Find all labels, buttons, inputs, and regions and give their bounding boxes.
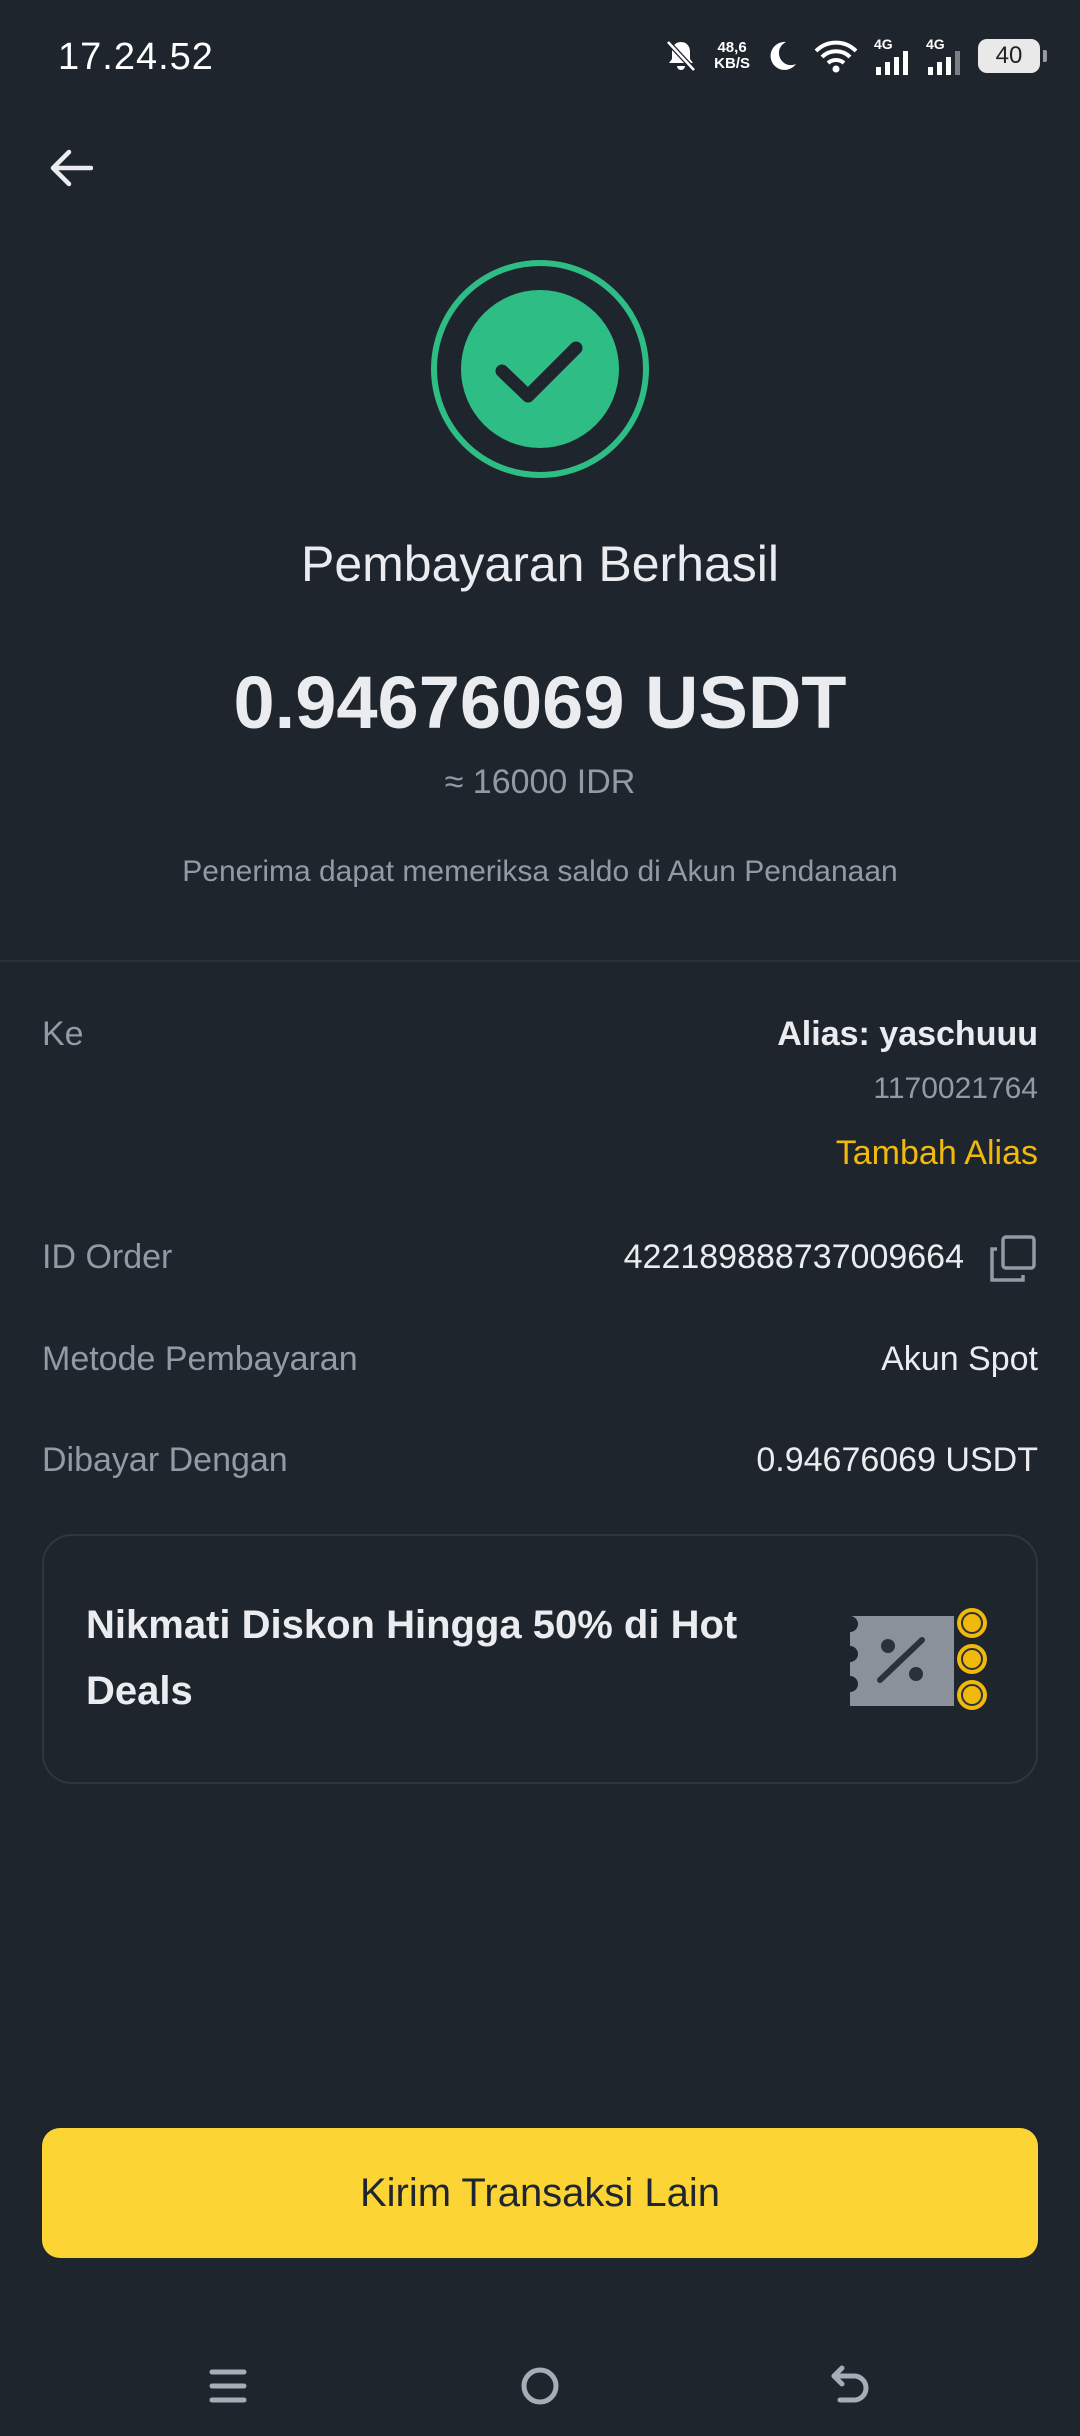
approx-fiat-value: ≈ 16000 IDR xyxy=(444,763,636,801)
status-time: 17.24.52 xyxy=(58,36,214,78)
recipient-label: Ke xyxy=(42,1015,84,1053)
recipient-account-number: 1170021764 xyxy=(873,1072,1038,1105)
sim1-network-label: 4G xyxy=(874,36,893,52)
order-id-value: 422189888737009664 xyxy=(623,1238,964,1276)
signal-bars-icon xyxy=(928,51,960,75)
copy-icon[interactable] xyxy=(988,1234,1038,1284)
check-circle-icon xyxy=(431,260,649,478)
back-nav-icon[interactable] xyxy=(822,2356,882,2416)
order-id-label: ID Order xyxy=(42,1238,173,1276)
send-another-transaction-button[interactable]: Kirim Transaksi Lain xyxy=(42,2128,1038,2258)
payment-method-value: Akun Spot xyxy=(881,1340,1038,1378)
status-icons: 48,6 KB/S 4G 4G 40 xyxy=(664,34,1047,78)
promo-text: Nikmati Diskon Hingga 50% di Hot Deals xyxy=(86,1603,738,1713)
battery-indicator: 40 xyxy=(978,39,1047,73)
discount-coupon-icon xyxy=(850,1608,987,1710)
home-icon[interactable] xyxy=(510,2356,570,2416)
promo-banner[interactable]: Nikmati Diskon Hingga 50% di Hot Deals xyxy=(42,1534,1038,1784)
paid-with-value: 0.94676069 USDT xyxy=(756,1441,1038,1479)
system-nav-bar xyxy=(0,2336,1080,2436)
sim2-network-label: 4G xyxy=(926,36,945,52)
menu-icon[interactable] xyxy=(198,2356,258,2416)
recipient-alias: Alias: yaschuuu xyxy=(777,1015,1038,1053)
signal-sim1: 4G xyxy=(874,37,910,75)
net-speed-unit: KB/S xyxy=(714,55,750,72)
status-bar: 17.24.52 48,6 KB/S 4G 4G 40 xyxy=(0,0,1080,118)
paid-with-label: Dibayar Dengan xyxy=(42,1441,288,1479)
payment-amount: 0.94676069 USDT xyxy=(233,661,847,744)
moon-icon xyxy=(770,41,796,70)
add-alias-link[interactable]: Tambah Alias xyxy=(836,1134,1038,1173)
net-speed-value: 48,6 xyxy=(717,39,747,56)
page-title: Pembayaran Berhasil xyxy=(300,536,780,592)
recipient-note: Penerima dapat memeriksa saldo di Akun P… xyxy=(182,855,898,888)
divider xyxy=(0,960,1080,962)
signal-sim2: 4G xyxy=(926,37,962,75)
signal-bars-icon xyxy=(876,51,908,75)
wifi-icon xyxy=(814,40,858,73)
back-button[interactable] xyxy=(40,138,100,198)
bell-muted-icon xyxy=(666,40,696,72)
arrow-left-icon xyxy=(50,149,93,187)
net-speed: 48,6 KB/S xyxy=(714,40,750,72)
payment-method-label: Metode Pembayaran xyxy=(42,1340,358,1378)
